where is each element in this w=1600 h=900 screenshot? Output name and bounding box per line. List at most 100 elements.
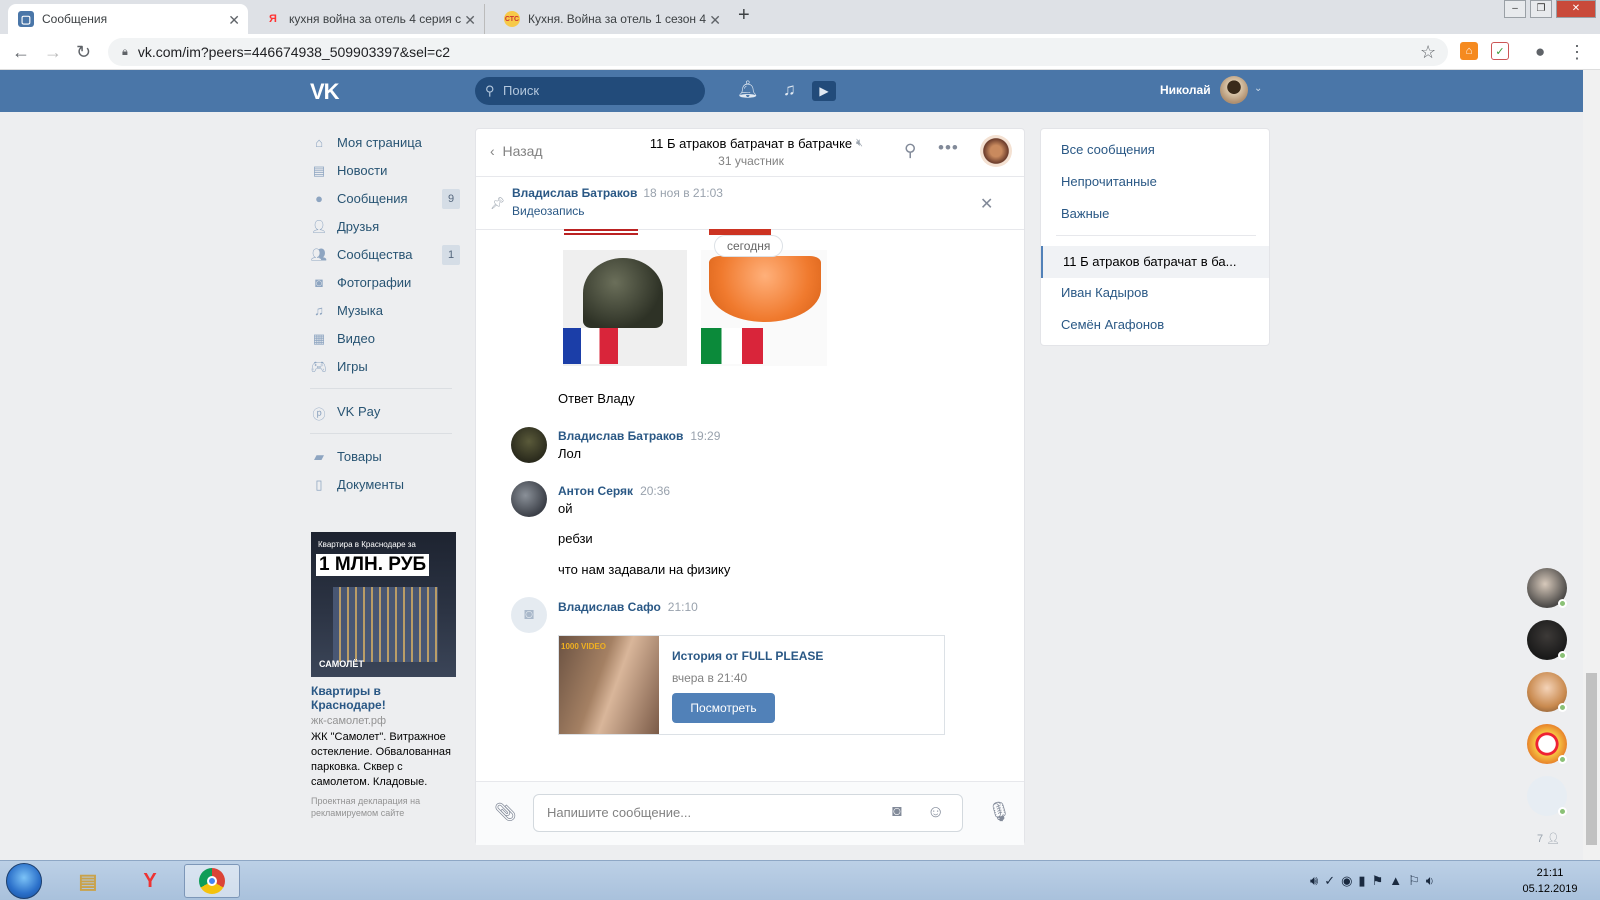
paperclip-icon[interactable]: 📎︎ [494, 802, 517, 823]
conversation-item-selected[interactable]: 11 Б атраков батрачат в ба... [1041, 246, 1269, 278]
restore-button[interactable]: ❐ [1530, 0, 1552, 18]
close-tab-icon[interactable]: ✕ [464, 12, 476, 29]
divider [1056, 235, 1256, 236]
scrollbar-thumb[interactable] [1586, 673, 1597, 845]
clock[interactable]: 21:11 05.12.2019 [1510, 865, 1590, 897]
message-text: Ответ Владу [558, 391, 635, 406]
url-field[interactable]: 🔒︎ vk.com/im?peers=446674938_509903397&s… [108, 38, 1448, 66]
ad-title[interactable]: Квартиры в Краснодаре! [311, 684, 456, 712]
back-button[interactable]: ‹ Назад [490, 143, 543, 159]
explorer-taskbar-icon[interactable]: ▤ [60, 864, 116, 898]
sidebar-item-music[interactable]: ♫ Музыка [310, 296, 460, 324]
story-thumbnail[interactable]: 1000 VIDEO [559, 636, 659, 734]
ad-url[interactable]: жк-самолет.рф [311, 715, 456, 727]
message-author[interactable]: Владислав Батраков [558, 429, 683, 443]
new-tab-button[interactable]: + [738, 4, 750, 27]
camera-placeholder-avatar[interactable]: ◙ [511, 597, 547, 633]
sidebar-item-games[interactable]: 🎮︎ Игры [310, 352, 460, 380]
pinned-text[interactable]: Видеозапись [512, 204, 585, 218]
tab-search-yandex[interactable]: Я кухня война за отель 4 серия с ✕ [255, 4, 485, 34]
sidebar-item-label: Игры [337, 358, 368, 374]
smile-icon[interactable]: ☺ [927, 802, 944, 822]
profile-icon[interactable]: ● [1535, 42, 1545, 62]
camera-icon[interactable]: ◙ [892, 803, 902, 821]
message-text: ребзи [558, 531, 593, 546]
bookmark-star-icon[interactable]: ☆ [1420, 42, 1436, 63]
more-dots-icon[interactable]: ••• [938, 138, 959, 158]
filter-all-messages[interactable]: Все сообщения [1061, 142, 1155, 157]
menu-dots-icon[interactable]: ⋮ [1568, 42, 1586, 63]
chat-avatar[interactable] [980, 135, 1012, 167]
friends-icon: 👤︎ [310, 219, 328, 234]
sidebar-item-groups[interactable]: 👥︎ Сообщества 1 [310, 240, 460, 268]
music-note-icon[interactable]: ♫ [783, 80, 796, 100]
sidebar-item-photos[interactable]: ◙ Фотографии [310, 268, 460, 296]
sidebar-item-messages[interactable]: ● Сообщения 9 [310, 184, 460, 212]
close-window-button[interactable]: ✕ [1556, 0, 1596, 18]
close-tab-icon[interactable]: ✕ [709, 12, 721, 29]
search-input[interactable]: ⚲ Поиск [475, 77, 705, 105]
sidebar-item-vkpay[interactable]: ⓟ VK Pay [310, 397, 460, 425]
message-author[interactable]: Антон Серяк [558, 484, 633, 498]
message-time: 21:10 [667, 600, 698, 614]
sidebar-item-my-page[interactable]: ⌂ Моя страница [310, 128, 460, 156]
sidebar-item-friends[interactable]: 👤︎ Друзья [310, 212, 460, 240]
filter-important[interactable]: Важные [1061, 206, 1109, 221]
avatar[interactable] [511, 427, 547, 463]
news-icon: ▤ [312, 163, 326, 178]
back-arrow-icon[interactable]: ← [12, 42, 30, 63]
ad-image-caption: Квартира в Краснодаре за [318, 540, 416, 549]
minimize-button[interactable]: – [1504, 0, 1526, 18]
pinned-author[interactable]: Владислав Батраков [512, 186, 637, 200]
forward-arrow-icon[interactable]: → [44, 42, 62, 63]
colander-shape [709, 256, 821, 322]
sidebar-item-video[interactable]: ▦ Видео [310, 324, 460, 352]
chat-title[interactable]: 11 Б атраков батрачат в батрачке [616, 136, 886, 151]
friends-online-count[interactable]: 7 👤︎ [1537, 832, 1560, 845]
microphone-icon[interactable]: 🎙︎ [987, 800, 1011, 824]
vk-logo[interactable]: VK [310, 79, 340, 105]
avatar[interactable] [1220, 76, 1248, 104]
friend-avatar[interactable] [1527, 568, 1567, 608]
play-icon[interactable]: ▶ [812, 81, 836, 101]
search-icon[interactable]: ⚲ [904, 141, 916, 161]
ad-block[interactable]: Квартира в Краснодаре за 1 МЛН. РУБ САМО… [311, 532, 456, 819]
friend-avatar-clown[interactable] [1527, 724, 1567, 764]
filter-unread[interactable]: Непрочитанные [1061, 174, 1157, 189]
friend-avatar[interactable] [1527, 620, 1567, 660]
avatar[interactable] [511, 481, 547, 517]
bell-icon[interactable]: 🔔︎ [737, 80, 759, 100]
page-scrollbar[interactable] [1583, 70, 1600, 860]
yandex-browser-taskbar-icon[interactable]: Y [122, 864, 178, 898]
conversation-item[interactable]: Иван Кадыров [1061, 285, 1148, 300]
chrome-taskbar-icon[interactable] [184, 864, 240, 898]
user-name[interactable]: Николай [1160, 83, 1211, 97]
conversation-item[interactable]: Семён Агафонов [1061, 317, 1164, 332]
message-author[interactable]: Владислав Сафо [558, 600, 661, 614]
reload-icon[interactable]: ↻ [76, 42, 91, 63]
friend-avatar-placeholder[interactable] [1527, 776, 1567, 816]
extension-orange-icon[interactable]: ⌂ [1460, 42, 1478, 60]
ad-image[interactable]: Квартира в Краснодаре за 1 МЛН. РУБ САМО… [311, 532, 456, 677]
chrome-logo-center [207, 876, 217, 886]
story-card[interactable]: 1000 VIDEO История от FULL PLEASE вчера … [558, 635, 945, 735]
chevron-down-icon[interactable]: ⌄ [1254, 83, 1262, 94]
story-title[interactable]: История от FULL PLEASE [672, 649, 823, 663]
tab-messages[interactable]: ▢ Сообщения ✕ [8, 4, 248, 34]
tab-kitchen[interactable]: СТС Кухня. Война за отель 1 сезон 4 ✕ [494, 4, 729, 34]
system-tray[interactable]: 🔊︎✓◉▮⚑▲⚐🔉︎ [1310, 873, 1440, 889]
sidebar-item-news[interactable]: ▤ Новости [310, 156, 460, 184]
message-author-line: Владислав Сафо 21:10 [558, 600, 698, 614]
close-icon[interactable]: ✕ [980, 194, 993, 214]
chat-member-count[interactable]: 31 участник [616, 154, 886, 168]
sidebar-item-goods[interactable]: ▰ Товары [310, 442, 460, 470]
extension-shield-icon[interactable]: ✓ [1491, 42, 1509, 60]
start-button[interactable] [6, 863, 42, 899]
sidebar-item-documents[interactable]: ▯ Документы [310, 470, 460, 498]
close-tab-icon[interactable]: ✕ [228, 12, 240, 29]
watch-button[interactable]: Посмотреть [672, 693, 775, 723]
online-indicator [1558, 599, 1567, 608]
pinned-message[interactable]: 📌︎ Владислав Батраков 18 ноя в 21:03 Виде… [476, 178, 1024, 230]
friend-avatar[interactable] [1527, 672, 1567, 712]
vk-header: VK ⚲ Поиск 🔔︎ ♫ ▶ Николай ⌄ [0, 70, 1583, 112]
